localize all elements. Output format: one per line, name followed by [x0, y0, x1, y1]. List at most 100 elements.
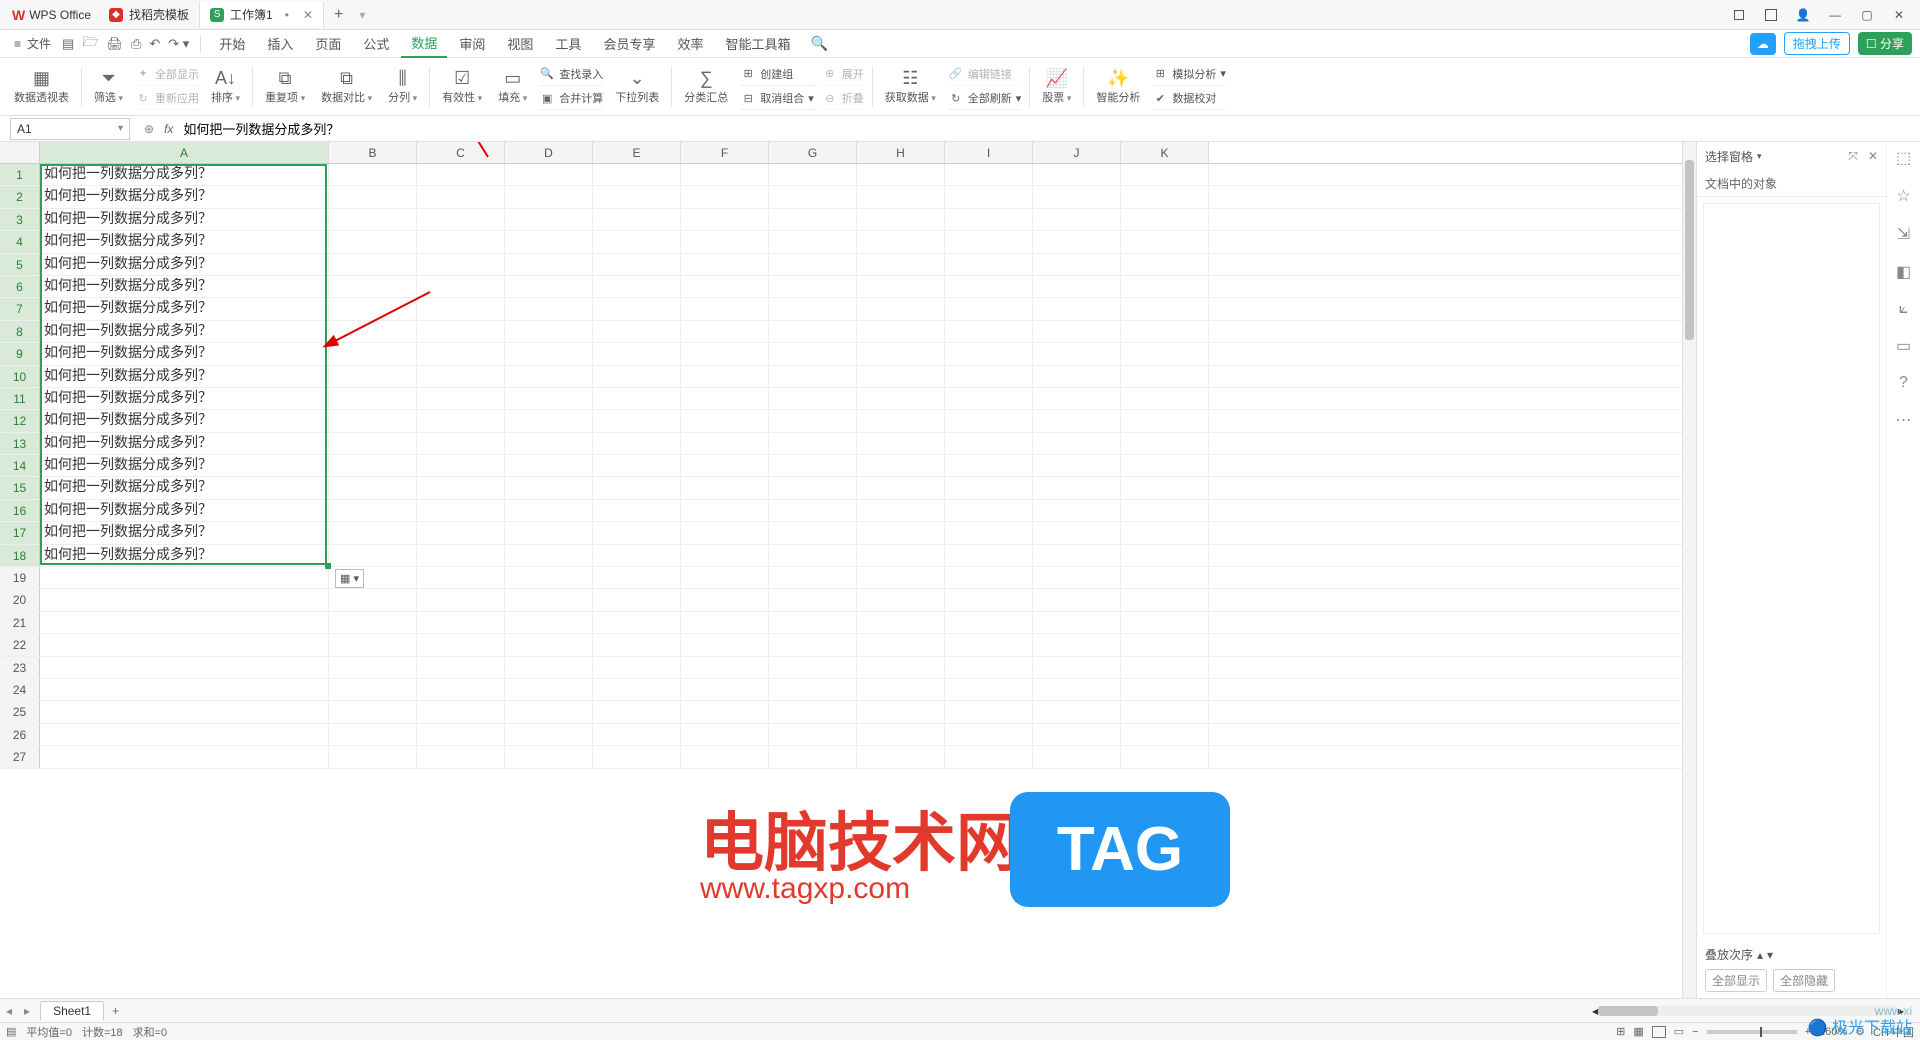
cell[interactable]	[945, 298, 1033, 319]
cell[interactable]	[329, 477, 417, 498]
cell[interactable]	[769, 388, 857, 409]
cell[interactable]	[417, 724, 505, 745]
cell[interactable]: 如何把一列数据分成多列？	[40, 455, 329, 476]
cell[interactable]	[505, 724, 593, 745]
cell[interactable]	[329, 254, 417, 275]
cell[interactable]: 如何把一列数据分成多列？	[40, 500, 329, 521]
cell[interactable]	[417, 746, 505, 767]
favorite-icon[interactable]: ☆	[1896, 186, 1910, 206]
cell[interactable]	[1121, 231, 1209, 252]
cell[interactable]	[593, 634, 681, 655]
cell[interactable]	[857, 164, 945, 185]
order-up[interactable]: ▴	[1757, 948, 1763, 962]
ungroup-button[interactable]: ⊟取消组合 ▾	[740, 88, 814, 110]
collapse-button[interactable]: ⊖折叠	[822, 88, 864, 110]
cell[interactable]	[769, 657, 857, 678]
upload-button[interactable]: 拖拽上传	[1784, 32, 1850, 55]
cell[interactable]	[681, 343, 769, 364]
row-header[interactable]: 9	[0, 343, 40, 364]
column-header[interactable]: J	[1033, 142, 1121, 163]
undo-icon[interactable]: ↶	[146, 36, 163, 52]
cell[interactable]	[1121, 679, 1209, 700]
cell[interactable]	[769, 254, 857, 275]
cell[interactable]	[329, 410, 417, 431]
sheet-prev[interactable]: ◂	[0, 1004, 18, 1018]
expand-button[interactable]: ⊕展开	[822, 63, 864, 85]
cell[interactable]	[681, 410, 769, 431]
cell[interactable]	[329, 455, 417, 476]
cell[interactable]	[417, 679, 505, 700]
cell[interactable]	[505, 634, 593, 655]
menu-smart[interactable]: 智能工具箱	[715, 30, 800, 57]
row-header[interactable]: 16	[0, 500, 40, 521]
cell[interactable]	[40, 612, 329, 633]
reapply-button[interactable]: ↻重新应用	[135, 88, 199, 110]
lookup-button[interactable]: 🔍查找录入	[539, 63, 603, 85]
view-cell-icon[interactable]: ⊞	[1616, 1025, 1625, 1038]
data-check-button[interactable]: ✔数据校对	[1152, 88, 1226, 110]
whatif-button[interactable]: ⊞模拟分析 ▾	[1152, 63, 1226, 85]
menu-start[interactable]: 开始	[209, 30, 255, 57]
cell[interactable]	[505, 298, 593, 319]
help-icon[interactable]: ?	[1899, 374, 1908, 392]
row-header[interactable]: 15	[0, 477, 40, 498]
cell[interactable]	[945, 209, 1033, 230]
cell[interactable]	[1033, 679, 1121, 700]
cell[interactable]	[1033, 545, 1121, 566]
cell[interactable]	[1033, 164, 1121, 185]
cell[interactable]	[417, 522, 505, 543]
show-all-button[interactable]: ✦全部显示	[135, 63, 199, 85]
cell[interactable]	[769, 724, 857, 745]
cell[interactable]	[769, 343, 857, 364]
cell[interactable]	[329, 343, 417, 364]
cell[interactable]	[857, 209, 945, 230]
cell[interactable]	[769, 209, 857, 230]
cell[interactable]	[329, 701, 417, 722]
cell[interactable]	[593, 254, 681, 275]
share-button[interactable]: ☐ 分享	[1858, 32, 1912, 55]
cell[interactable]	[857, 343, 945, 364]
row-header[interactable]: 1	[0, 164, 40, 185]
column-header[interactable]: D	[505, 142, 593, 163]
row-header[interactable]: 7	[0, 298, 40, 319]
cell[interactable]	[417, 657, 505, 678]
cell[interactable]	[1121, 298, 1209, 319]
select-tool-icon[interactable]: ⬚	[1896, 148, 1911, 168]
cell[interactable]	[1121, 724, 1209, 745]
column-header[interactable]: E	[593, 142, 681, 163]
cell[interactable]	[1033, 477, 1121, 498]
cell[interactable]	[1033, 231, 1121, 252]
row-header[interactable]: 6	[0, 276, 40, 297]
cell[interactable]	[593, 410, 681, 431]
sheet-tab[interactable]: Sheet1	[40, 1001, 104, 1020]
menu-insert[interactable]: 插入	[257, 30, 303, 57]
cell[interactable]	[945, 186, 1033, 207]
cell[interactable]	[945, 276, 1033, 297]
new-icon[interactable]: ▤	[59, 36, 77, 52]
cell[interactable]	[1121, 164, 1209, 185]
cell[interactable]	[329, 164, 417, 185]
cell[interactable]	[505, 746, 593, 767]
cell[interactable]	[40, 701, 329, 722]
cell[interactable]	[593, 522, 681, 543]
cell[interactable]	[769, 366, 857, 387]
cell[interactable]	[593, 500, 681, 521]
cell[interactable]	[593, 724, 681, 745]
cell[interactable]: 如何把一列数据分成多列？	[40, 366, 329, 387]
status-icon[interactable]: ▤	[6, 1025, 16, 1038]
cell[interactable]	[681, 164, 769, 185]
cell[interactable]	[857, 455, 945, 476]
cell[interactable]	[857, 634, 945, 655]
cell[interactable]	[505, 612, 593, 633]
cell[interactable]	[857, 298, 945, 319]
cell[interactable]	[769, 410, 857, 431]
cell[interactable]	[945, 634, 1033, 655]
row-header[interactable]: 26	[0, 724, 40, 745]
cell[interactable]	[329, 612, 417, 633]
cell[interactable]	[1033, 366, 1121, 387]
cell[interactable]	[593, 321, 681, 342]
cell[interactable]	[857, 254, 945, 275]
cell[interactable]: 如何把一列数据分成多列？	[40, 545, 329, 566]
row-header[interactable]: 27	[0, 746, 40, 767]
view-reading-icon[interactable]: ▭	[1674, 1025, 1684, 1038]
